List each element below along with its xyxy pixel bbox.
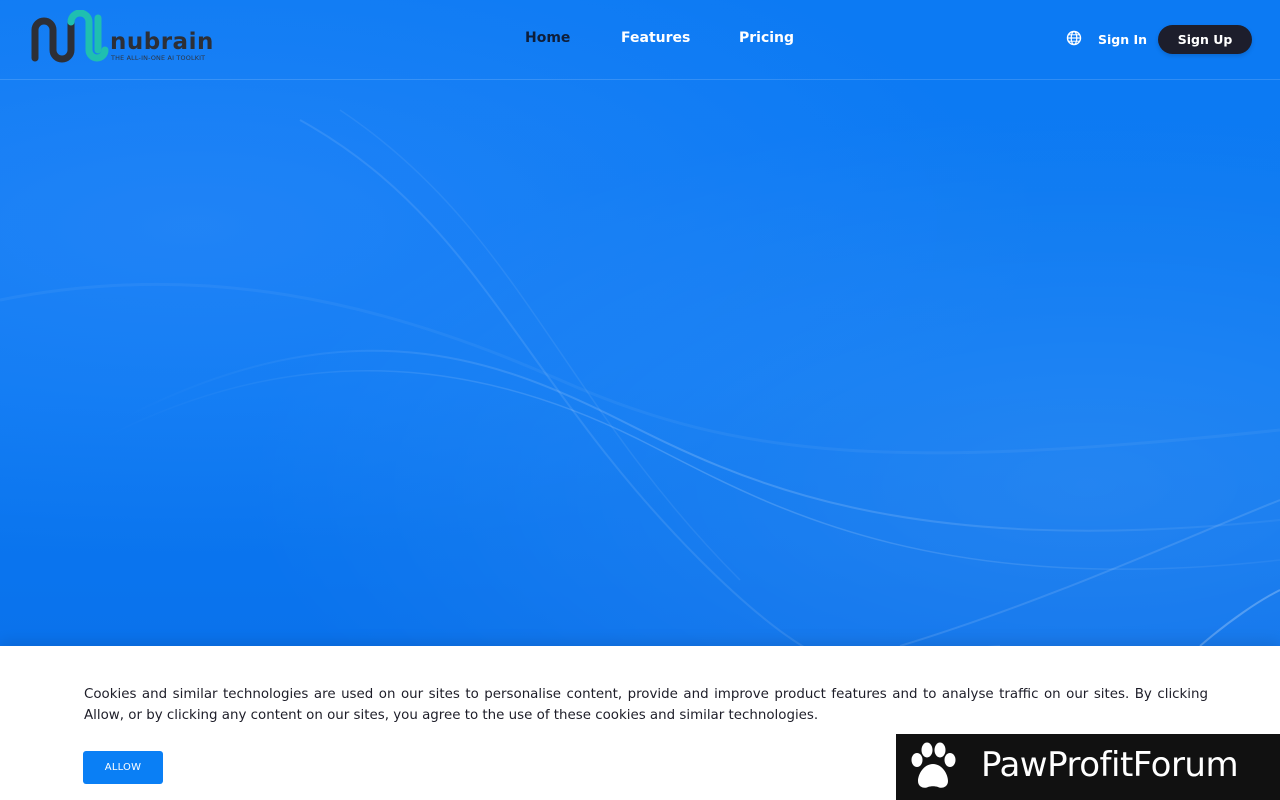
watermark-badge: PawProfitForum — [896, 734, 1280, 800]
brand-name: nubrain — [110, 29, 214, 55]
cookie-message: Cookies and similar technologies are use… — [84, 687, 1208, 723]
paw-icon — [911, 742, 956, 788]
nubrain-logo-icon — [31, 10, 109, 63]
globe-icon[interactable] — [1066, 30, 1082, 46]
nav-pricing[interactable]: Pricing — [739, 30, 794, 52]
page: nubrain THE ALL-IN-ONE AI TOOLKIT Home F… — [0, 0, 1280, 800]
nav-features[interactable]: Features — [621, 30, 690, 52]
sign-in-link[interactable]: Sign In — [1098, 32, 1147, 47]
brand-tagline: THE ALL-IN-ONE AI TOOLKIT — [111, 54, 206, 62]
watermark-text: PawProfitForum — [981, 745, 1239, 785]
brand-logo[interactable]: nubrain THE ALL-IN-ONE AI TOOLKIT — [30, 10, 215, 70]
sign-up-button[interactable]: Sign Up — [1158, 25, 1252, 54]
allow-cookies-button[interactable]: ALLOW — [83, 751, 163, 784]
hero-wave-decoration — [0, 109, 1280, 646]
site-header: nubrain THE ALL-IN-ONE AI TOOLKIT Home F… — [0, 0, 1280, 80]
nav-home[interactable]: Home — [525, 30, 570, 52]
hero-background — [0, 0, 1280, 646]
